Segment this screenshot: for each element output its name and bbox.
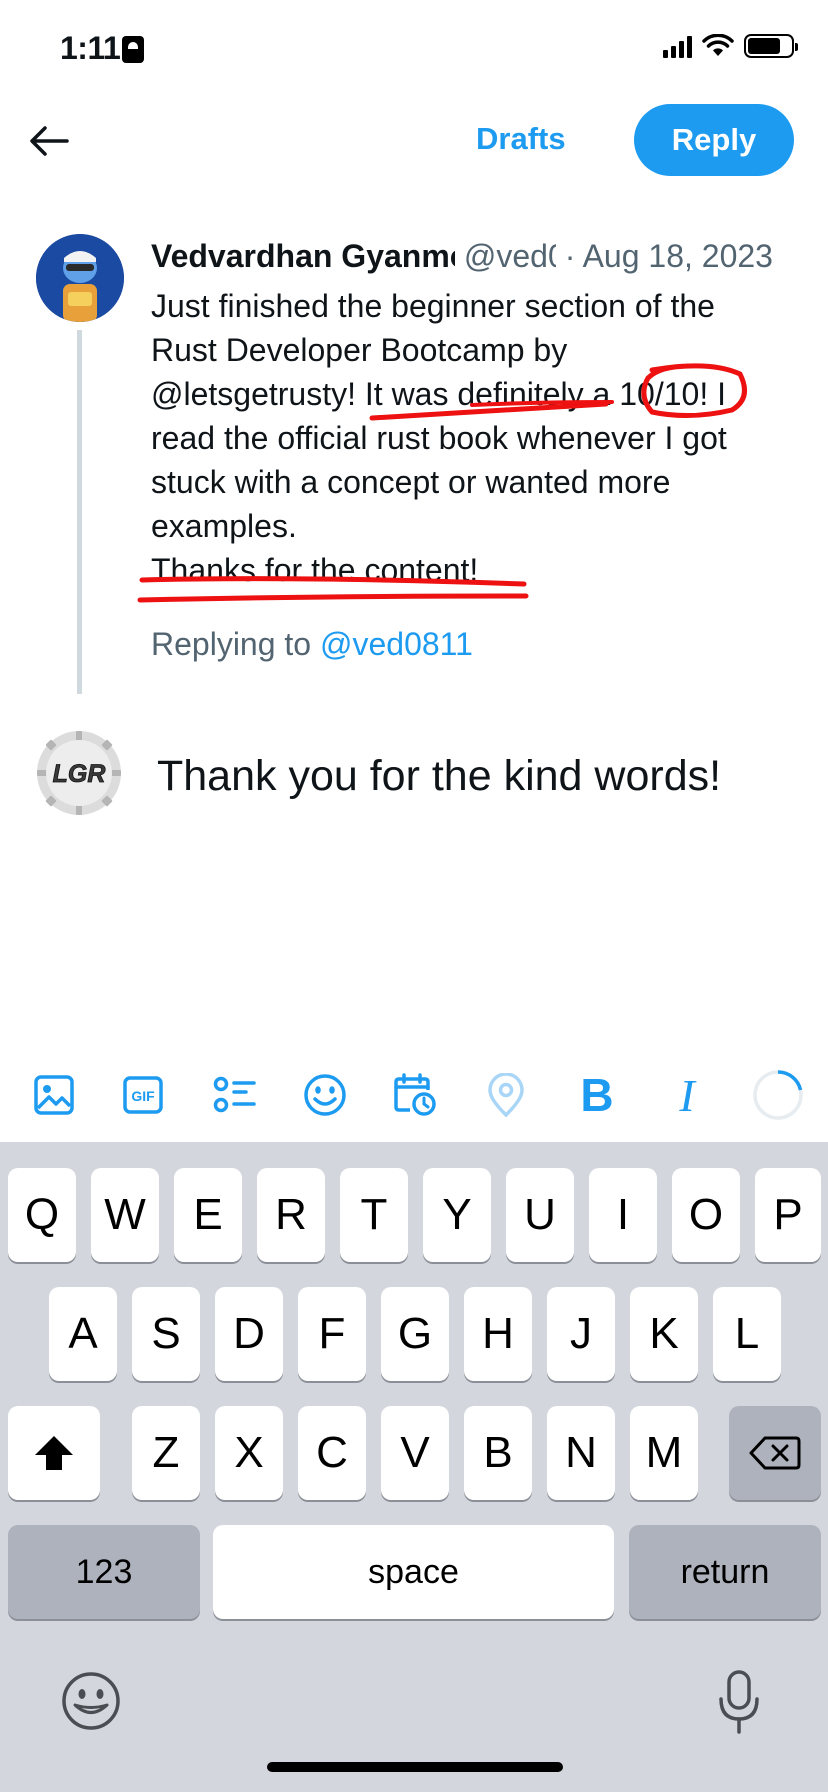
tweet-text: Just finished the beginner section of th… bbox=[151, 284, 796, 592]
emoji-keyboard-button[interactable] bbox=[56, 1666, 126, 1736]
battery-icon bbox=[744, 34, 798, 58]
location-icon bbox=[488, 1073, 524, 1117]
tweet-line: @letsgetrusty! It was definitely a 10/10… bbox=[151, 376, 726, 412]
image-icon bbox=[34, 1075, 74, 1115]
reply-button[interactable]: Reply bbox=[634, 104, 794, 176]
status-bar: 1:11 bbox=[0, 0, 828, 100]
svg-text:GIF: GIF bbox=[131, 1088, 155, 1104]
tweet-date: Aug 18, 2023 bbox=[582, 238, 773, 274]
key-j[interactable]: J bbox=[547, 1287, 615, 1381]
schedule-button[interactable] bbox=[386, 1066, 444, 1124]
cellular-signal-icon bbox=[663, 34, 692, 58]
wifi-icon bbox=[702, 34, 734, 56]
poll-icon bbox=[213, 1076, 256, 1113]
key-k[interactable]: K bbox=[630, 1287, 698, 1381]
shift-arrow-icon bbox=[35, 1436, 73, 1470]
keyboard: Q W E R T Y U I O P A S D F G H J K L Z … bbox=[0, 1142, 828, 1792]
key-h[interactable]: H bbox=[464, 1287, 532, 1381]
key-c[interactable]: C bbox=[298, 1406, 366, 1500]
key-e[interactable]: E bbox=[174, 1168, 242, 1262]
location-button[interactable] bbox=[477, 1066, 535, 1124]
header-separator: · bbox=[564, 238, 576, 274]
key-z[interactable]: Z bbox=[132, 1406, 200, 1500]
tweet-line: Rust Developer Bootcamp by bbox=[151, 332, 568, 368]
status-time: 1:11 bbox=[60, 30, 121, 66]
key-b[interactable]: B bbox=[464, 1406, 532, 1500]
character-count-ring bbox=[749, 1066, 807, 1124]
reply-text-input[interactable]: Thank you for the kind words! bbox=[157, 752, 721, 801]
key-g[interactable]: G bbox=[381, 1287, 449, 1381]
author-handle[interactable]: @ved0811 bbox=[464, 236, 556, 276]
add-image-button[interactable] bbox=[25, 1066, 83, 1124]
dictation-button[interactable] bbox=[704, 1662, 774, 1742]
key-i[interactable]: I bbox=[589, 1168, 657, 1262]
own-avatar[interactable]: LGR bbox=[36, 730, 122, 816]
key-x[interactable]: X bbox=[215, 1406, 283, 1500]
status-icons bbox=[663, 34, 798, 58]
add-emoji-button[interactable] bbox=[296, 1066, 354, 1124]
microphone-icon bbox=[719, 1670, 759, 1734]
bold-button[interactable]: B bbox=[568, 1066, 626, 1124]
replying-to: Replying to @ved0811 bbox=[151, 626, 473, 663]
numbers-key[interactable]: 123 bbox=[8, 1525, 200, 1619]
tweet-header: Vedvardhan Gyanmote @ved0811 · Aug 18, 2… bbox=[151, 236, 801, 276]
tweet-line: Just finished the beginner section of th… bbox=[151, 288, 715, 324]
compose-toolbar: GIF B I bbox=[0, 1050, 828, 1142]
key-w[interactable]: W bbox=[91, 1168, 159, 1262]
backspace-icon bbox=[749, 1436, 801, 1470]
id-card-icon bbox=[122, 36, 144, 63]
replying-to-label: Replying to bbox=[151, 626, 320, 662]
key-u[interactable]: U bbox=[506, 1168, 574, 1262]
gif-icon: GIF bbox=[123, 1076, 163, 1114]
replying-to-handle[interactable]: @ved0811 bbox=[320, 626, 473, 662]
key-v[interactable]: V bbox=[381, 1406, 449, 1500]
key-l[interactable]: L bbox=[713, 1287, 781, 1381]
emoji-icon bbox=[304, 1074, 346, 1116]
key-n[interactable]: N bbox=[547, 1406, 615, 1500]
backspace-key[interactable] bbox=[729, 1406, 821, 1500]
return-key[interactable]: return bbox=[629, 1525, 821, 1619]
key-m[interactable]: M bbox=[630, 1406, 698, 1500]
progress-ring-icon bbox=[753, 1070, 803, 1120]
back-button[interactable] bbox=[26, 118, 72, 164]
key-q[interactable]: Q bbox=[8, 1168, 76, 1262]
bold-icon: B bbox=[580, 1069, 614, 1121]
avatar-logo-text: LGR bbox=[53, 760, 106, 788]
shift-key[interactable] bbox=[8, 1406, 100, 1500]
add-gif-button[interactable]: GIF bbox=[114, 1066, 172, 1124]
add-poll-button[interactable] bbox=[205, 1066, 263, 1124]
key-s[interactable]: S bbox=[132, 1287, 200, 1381]
key-o[interactable]: O bbox=[672, 1168, 740, 1262]
key-r[interactable]: R bbox=[257, 1168, 325, 1262]
key-y[interactable]: Y bbox=[423, 1168, 491, 1262]
tweet-line: Thanks for the content! bbox=[151, 552, 479, 588]
key-t[interactable]: T bbox=[340, 1168, 408, 1262]
tweet-line: stuck with a concept or wanted more bbox=[151, 464, 671, 500]
italic-icon: I bbox=[679, 1069, 695, 1121]
space-key[interactable]: space bbox=[213, 1525, 614, 1619]
emoji-keyboard-icon bbox=[62, 1672, 120, 1730]
thread-line bbox=[77, 330, 82, 694]
home-indicator[interactable] bbox=[267, 1762, 563, 1772]
key-d[interactable]: D bbox=[215, 1287, 283, 1381]
key-f[interactable]: F bbox=[298, 1287, 366, 1381]
key-p[interactable]: P bbox=[755, 1168, 821, 1262]
back-arrow-icon bbox=[30, 126, 69, 156]
drafts-button[interactable]: Drafts bbox=[476, 121, 566, 157]
tweet-line: read the official rust book whenever I g… bbox=[151, 420, 727, 456]
author-avatar[interactable] bbox=[36, 234, 124, 322]
key-a[interactable]: A bbox=[49, 1287, 117, 1381]
italic-button[interactable]: I bbox=[658, 1066, 716, 1124]
schedule-icon bbox=[394, 1073, 436, 1116]
tweet-line: examples. bbox=[151, 508, 297, 544]
author-name[interactable]: Vedvardhan Gyanmote bbox=[151, 236, 455, 276]
